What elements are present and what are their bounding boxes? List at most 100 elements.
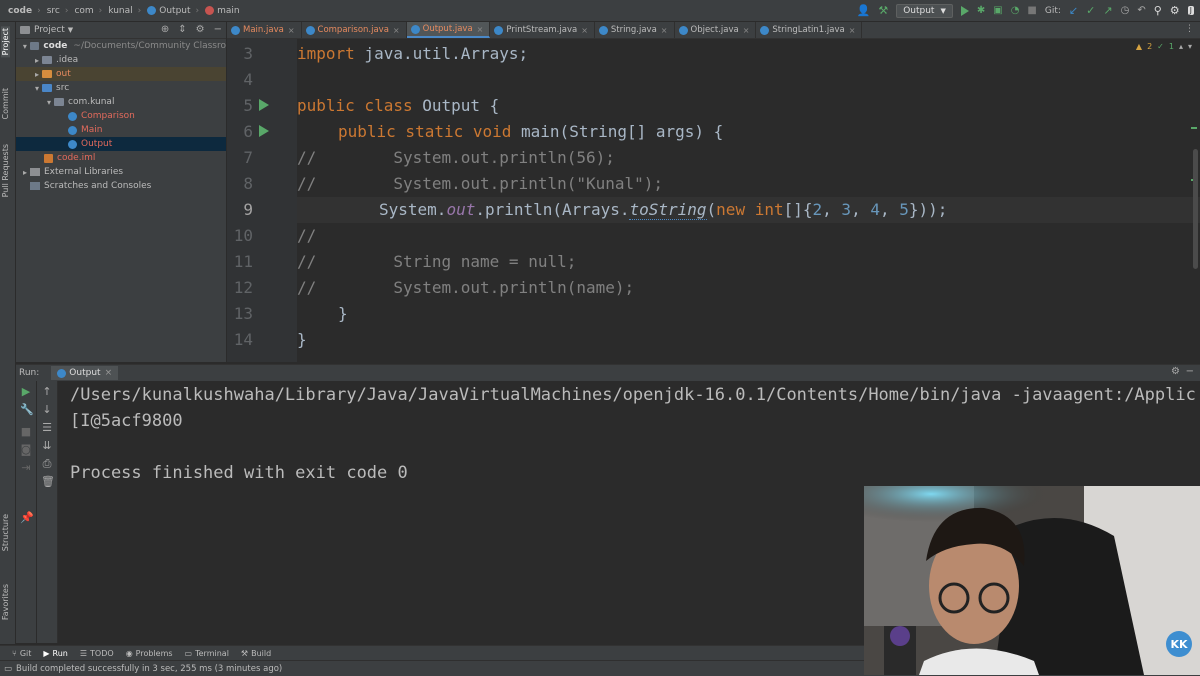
run-class-icon[interactable] bbox=[259, 99, 269, 111]
run-main-icon[interactable] bbox=[259, 125, 269, 137]
breadcrumb-main[interactable]: main bbox=[205, 6, 240, 16]
arrow-down-icon[interactable]: ↓ bbox=[41, 403, 53, 416]
breadcrumb-code[interactable]: code bbox=[8, 6, 32, 16]
close-icon[interactable]: × bbox=[743, 26, 750, 35]
tree-item-external-libraries[interactable]: ▸ External Libraries bbox=[16, 165, 226, 179]
soft-wrap-icon[interactable]: ☰ bbox=[41, 421, 53, 434]
git-push-icon[interactable]: ↗ bbox=[1103, 4, 1112, 17]
run-tab-output[interactable]: Output × bbox=[51, 366, 119, 380]
scroll-to-end-icon[interactable]: ⇊ bbox=[41, 439, 53, 452]
rerun-icon[interactable]: ▶ bbox=[20, 385, 32, 398]
close-icon[interactable]: × bbox=[849, 26, 856, 35]
ide-logo-icon[interactable]: J bbox=[1187, 6, 1194, 15]
tab-object-java[interactable]: Object.java × bbox=[675, 22, 757, 38]
tab-stringlatin1-java[interactable]: StringLatin1.java × bbox=[756, 22, 863, 38]
tab-todo[interactable]: ☰ TODO bbox=[80, 649, 114, 658]
debug-icon[interactable]: ✱ bbox=[977, 5, 985, 16]
tab-build[interactable]: ⚒ Build bbox=[241, 649, 271, 658]
close-icon[interactable]: × bbox=[581, 26, 588, 35]
breadcrumb-com[interactable]: com bbox=[74, 6, 93, 16]
chevron-up-icon[interactable]: ▴ bbox=[1179, 42, 1183, 51]
pull-requests-tool-tab[interactable]: Pull Requests bbox=[1, 144, 10, 197]
close-icon[interactable]: × bbox=[477, 25, 484, 34]
chevron-down-icon: ▼ bbox=[940, 6, 946, 15]
tree-item-src[interactable]: ▾ src bbox=[16, 81, 226, 95]
tree-item-code-iml[interactable]: code.iml bbox=[16, 151, 226, 165]
chevron-down-icon[interactable]: ▾ bbox=[44, 98, 54, 107]
git-history-icon[interactable]: ◷ bbox=[1121, 5, 1130, 16]
inspection-widget[interactable]: ▲ 2 ✓ 1 ▴ ▾ bbox=[1136, 42, 1192, 51]
breadcrumb-output[interactable]: Output bbox=[147, 6, 191, 16]
stop-icon[interactable]: ■ bbox=[20, 425, 32, 438]
camera-icon[interactable]: ◙ bbox=[20, 443, 32, 456]
build-hammer-icon[interactable]: ⚒ bbox=[878, 4, 888, 17]
hide-icon[interactable]: − bbox=[214, 24, 222, 35]
stop-icon[interactable]: ■ bbox=[1027, 5, 1036, 16]
tab-git[interactable]: ⑂ Git bbox=[12, 649, 31, 658]
tree-item-com-kunal[interactable]: ▾ com.kunal bbox=[16, 95, 226, 109]
tab-label: Main.java bbox=[243, 25, 284, 35]
tab-terminal[interactable]: ▭ Terminal bbox=[185, 649, 229, 658]
chevron-down-icon[interactable]: ▾ bbox=[1188, 42, 1192, 51]
chevron-down-icon[interactable]: ▼ bbox=[68, 26, 73, 34]
tree-item-comparison[interactable]: Comparison bbox=[16, 109, 226, 123]
hide-icon[interactable]: − bbox=[1186, 366, 1194, 377]
git-update-icon[interactable]: ↙ bbox=[1069, 4, 1078, 17]
code-editor[interactable]: 3 4 5 6 7 8 9 10 11 12 13 14 import java… bbox=[227, 39, 1200, 362]
gear-icon[interactable]: ⚙ bbox=[196, 24, 205, 35]
tab-output-java[interactable]: Output.java × bbox=[406, 22, 491, 38]
tab-problems[interactable]: ◉ Problems bbox=[126, 649, 173, 658]
exit-icon[interactable]: ⇥ bbox=[20, 461, 32, 474]
tree-item-scratches[interactable]: Scratches and Consoles bbox=[16, 179, 226, 193]
user-icon[interactable]: 👤 bbox=[857, 4, 871, 17]
chevron-down-icon[interactable]: ▾ bbox=[32, 84, 42, 93]
tab-main-java[interactable]: Main.java × bbox=[227, 22, 302, 38]
chevron-right-icon[interactable]: ▸ bbox=[32, 56, 42, 65]
profile-icon[interactable]: ◔ bbox=[1011, 5, 1020, 16]
run-configuration-select[interactable]: Output ▼ bbox=[896, 3, 953, 18]
breadcrumb-kunal[interactable]: kunal bbox=[108, 6, 132, 16]
chevron-right-icon[interactable]: ▸ bbox=[20, 168, 30, 177]
tab-printstream-java[interactable]: PrintStream.java × bbox=[490, 22, 595, 38]
run-icon[interactable] bbox=[960, 5, 969, 16]
project-tool-tab[interactable]: Project bbox=[1, 26, 10, 58]
coverage-icon[interactable]: ▣ bbox=[993, 5, 1002, 16]
close-icon[interactable]: × bbox=[288, 26, 295, 35]
trash-icon[interactable]: 🗑 bbox=[41, 475, 55, 488]
chevron-right-icon[interactable]: ▸ bbox=[32, 70, 42, 79]
project-panel-title[interactable]: Project bbox=[34, 25, 65, 35]
settings-gear-icon[interactable]: ⚙ bbox=[1170, 4, 1180, 17]
status-message[interactable]: Build completed successfully in 3 sec, 2… bbox=[16, 664, 282, 674]
commit-tool-tab[interactable]: Commit bbox=[1, 88, 10, 119]
chevron-down-icon[interactable]: ▾ bbox=[20, 42, 30, 51]
tree-item-output[interactable]: Output bbox=[16, 137, 226, 151]
wrench-icon[interactable]: 🔧 bbox=[20, 403, 34, 416]
tab-overflow-icon[interactable]: ⋮ bbox=[1185, 24, 1194, 34]
close-icon[interactable]: × bbox=[393, 26, 400, 35]
structure-tool-tab[interactable]: Structure bbox=[1, 514, 10, 551]
close-icon[interactable]: × bbox=[661, 26, 668, 35]
pin-icon[interactable]: 📌 bbox=[20, 511, 34, 524]
print-icon[interactable]: ⎙ bbox=[41, 457, 53, 471]
tree-item-main[interactable]: Main bbox=[16, 123, 226, 137]
tab-string-java[interactable]: String.java × bbox=[595, 22, 675, 38]
arrow-up-icon[interactable]: ↑ bbox=[41, 385, 53, 398]
tree-item-code[interactable]: ▾ code ~/Documents/Community Classro bbox=[16, 39, 226, 53]
folder-icon bbox=[42, 70, 52, 78]
search-everywhere-icon[interactable]: ⚲ bbox=[1154, 4, 1162, 17]
close-icon[interactable]: × bbox=[105, 368, 113, 378]
tree-item-idea[interactable]: ▸ .idea bbox=[16, 53, 226, 67]
git-rollback-icon[interactable]: ↶ bbox=[1137, 5, 1145, 16]
tree-item-out[interactable]: ▸ out bbox=[16, 67, 226, 81]
breadcrumb-src[interactable]: src bbox=[47, 6, 60, 16]
class-icon bbox=[305, 25, 315, 35]
locate-icon[interactable]: ⊕ bbox=[161, 24, 169, 35]
gear-icon[interactable]: ⚙ bbox=[1171, 366, 1180, 377]
tab-comparison-java[interactable]: Comparison.java × bbox=[302, 22, 407, 38]
vertical-scrollbar[interactable] bbox=[1193, 149, 1198, 269]
favorites-tool-tab[interactable]: Favorites bbox=[1, 584, 10, 620]
code-token: System. bbox=[379, 200, 447, 219]
git-commit-icon[interactable]: ✓ bbox=[1086, 4, 1095, 17]
tab-run[interactable]: ▶ Run bbox=[43, 649, 68, 658]
collapse-all-icon[interactable]: ⇕ bbox=[178, 24, 186, 35]
